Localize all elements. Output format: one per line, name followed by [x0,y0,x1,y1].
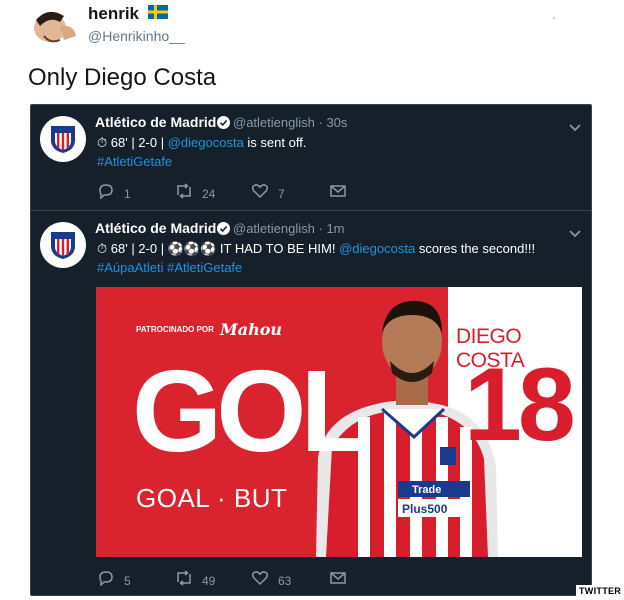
shirt-sponsor-1: Trade [412,484,442,496]
account-handle-text[interactable]: @atletienglish [233,115,315,130]
match-score: 68' | 2-0 | [110,135,165,150]
sweden-flag-icon [148,5,168,19]
atletico-logo-avatar[interactable] [40,116,86,162]
atletico-logo-avatar[interactable] [40,222,86,268]
like-icon[interactable] [251,183,269,199]
user-avatar[interactable] [30,6,80,46]
account-name[interactable]: Atlético de Madrid [95,220,216,236]
sponsor-brand: Mahou [220,320,283,339]
separator-dot: · [318,221,323,236]
tweet-text-suffix: scores the second!!! [418,241,536,256]
account-handle[interactable]: @atletienglish · 30s [233,115,347,130]
hashtag-link[interactable]: #AtletiGetafe [97,154,172,169]
tweet-text: Only Diego Costa [28,64,217,91]
tweet-time[interactable]: 30s [326,115,347,130]
stopwatch-icon: ⏱ [97,135,108,150]
tweet-time[interactable]: 1m [326,221,344,236]
match-score: 68' | 2-0 | [110,241,165,256]
tweet-text-line: ⏱ 68' | 2-0 | @diegocosta is sent off. [97,135,306,151]
sponsor-label: PATROCINADO POR [136,325,214,334]
retweet-count: 49 [202,574,216,588]
stopwatch-icon: ⏱ [97,241,108,256]
account-handle-text[interactable]: @atletienglish [233,221,315,236]
tweet-text-suffix: is sent off. [247,135,307,150]
tweet-divider [30,210,591,211]
shirt-sponsor-2: Plus500 [402,502,448,516]
chevron-down-icon[interactable] [568,120,582,132]
account-handle[interactable]: @atletienglish · 1m [233,221,345,236]
message-icon[interactable] [329,183,347,199]
separator-dot: · [318,115,323,130]
goal-subtext: GOAL · BUT [136,483,288,513]
retweet-icon[interactable] [174,570,192,586]
mention-link[interactable]: @diegocosta [339,241,415,256]
verified-badge-icon [217,222,230,235]
tweet-text-line: ⏱ 68' | 2-0 | ⚽⚽⚽ IT HAD TO BE HIM! @die… [97,241,535,257]
message-icon[interactable] [329,570,347,586]
player-number: 18 [464,347,576,463]
goal-graphic-image[interactable]: PATROCINADO POR Mahou GOL GOAL · BUT DIE… [96,287,582,557]
like-count: 7 [278,187,285,201]
like-count: 63 [278,574,292,588]
account-name[interactable]: Atlético de Madrid [95,114,216,130]
hashtag-link[interactable]: #AúpaAtleti #AtletiGetafe [97,260,242,275]
retweet-icon[interactable] [174,183,192,199]
gol-word: GOL [132,346,371,476]
reply-count: 5 [124,574,131,588]
twitter-watermark: TWITTER [576,585,624,597]
chevron-down-icon[interactable] [568,226,582,238]
like-icon[interactable] [251,570,269,586]
reply-count: 1 [124,187,131,201]
mention-link[interactable]: @diegocosta [168,135,244,150]
reply-icon[interactable] [97,183,115,200]
reply-icon[interactable] [97,570,115,587]
user-handle[interactable]: @Henrikinho__ [88,28,185,44]
retweet-count: 24 [202,187,216,201]
tweet-text-mid: IT HAD TO BE HIM! [219,241,336,256]
football-icon: ⚽⚽⚽ [167,241,217,256]
user-display-name[interactable]: henrik [88,4,139,24]
menu-dot [553,17,555,19]
verified-badge-icon [217,116,230,129]
